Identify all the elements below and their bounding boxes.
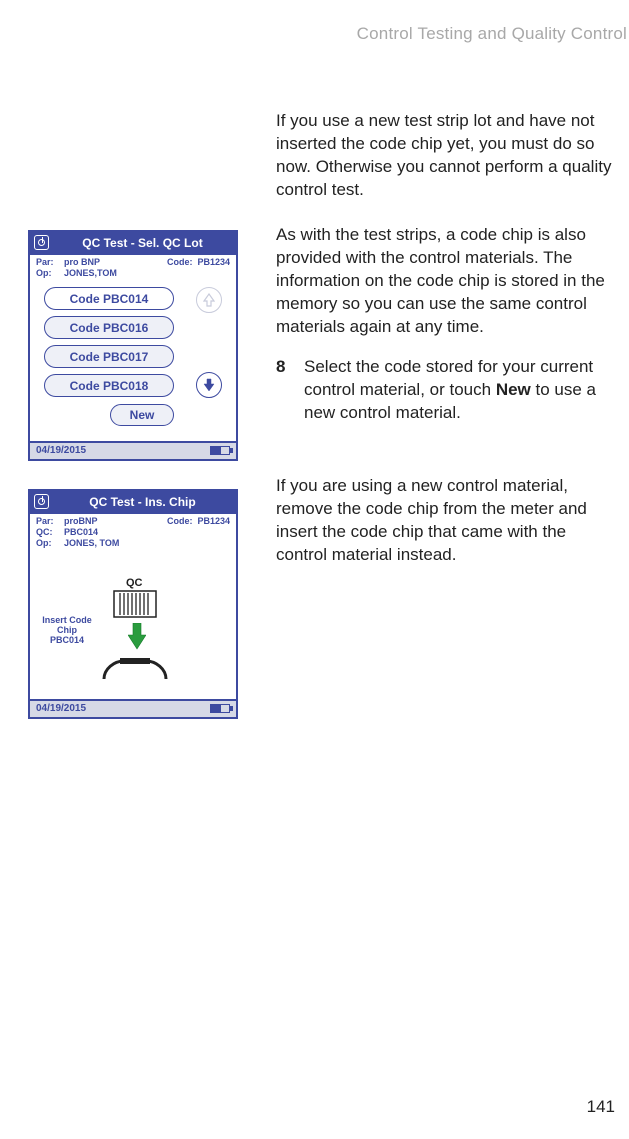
paragraph-2: As with the test strips, a code chip is …: [276, 224, 615, 339]
page-number: 141: [587, 1097, 615, 1117]
insert-line1: Insert Code: [40, 615, 94, 625]
par-label: Par:: [36, 257, 64, 268]
screen-info-bar: Par: pro BNP Code: PB1234 Op: JONES,TOM: [30, 255, 236, 283]
op-label: Op:: [36, 538, 64, 549]
qc-value: PBC014: [64, 527, 98, 538]
scroll-down-button[interactable]: [196, 372, 222, 398]
screen-footer: 04/19/2015: [30, 699, 236, 717]
left-column: QC Test - Sel. QC Lot Par: pro BNP Code:…: [28, 110, 252, 747]
code-option-pbc017[interactable]: Code PBC017: [44, 345, 174, 368]
power-icon[interactable]: [34, 235, 49, 250]
step-text-bold: New: [496, 380, 531, 399]
device-screen-select-qc-lot: QC Test - Sel. QC Lot Par: pro BNP Code:…: [28, 230, 238, 461]
screen-info-bar: Par: proBNP Code: PB1234 QC: PBC014 Op: …: [30, 514, 236, 553]
arrow-down-icon: [203, 378, 215, 392]
arrow-down-green-icon: [128, 623, 146, 651]
par-value: pro BNP: [64, 257, 100, 268]
paragraph-1: If you use a new test strip lot and have…: [276, 110, 615, 202]
code-value: PB1234: [197, 257, 230, 267]
code-label: Code:: [167, 257, 193, 267]
step-text: Select the code stored for your current …: [304, 356, 615, 425]
insert-line2: Chip: [40, 625, 94, 635]
power-icon[interactable]: [34, 494, 49, 509]
screen-titlebar: QC Test - Ins. Chip: [30, 491, 236, 514]
new-button[interactable]: New: [110, 404, 174, 426]
scroll-up-button[interactable]: [196, 287, 222, 313]
screen-footer: 04/19/2015: [30, 441, 236, 459]
screen-body: Insert Code Chip PBC014 QC: [30, 553, 236, 699]
screen-title: QC Test - Sel. QC Lot: [53, 236, 232, 250]
paragraph-3: If you are using a new control material,…: [276, 475, 615, 567]
meter-slot-icon: [100, 655, 170, 683]
insert-line3: PBC014: [40, 635, 94, 645]
code-value: PB1234: [197, 516, 230, 526]
battery-icon: [210, 446, 230, 455]
screen-date: 04/19/2015: [36, 445, 86, 456]
screen-titlebar: QC Test - Sel. QC Lot: [30, 232, 236, 255]
op-value: JONES, TOM: [64, 538, 119, 549]
par-label: Par:: [36, 516, 64, 527]
battery-icon: [210, 704, 230, 713]
code-option-pbc018[interactable]: Code PBC018: [44, 374, 174, 397]
qc-label: QC:: [36, 527, 64, 538]
screen-date: 04/19/2015: [36, 703, 86, 714]
running-header: Control Testing and Quality Control: [357, 24, 627, 44]
par-value: proBNP: [64, 516, 98, 527]
right-column: If you use a new test strip lot and have…: [276, 110, 615, 747]
arrow-up-icon: [203, 293, 215, 307]
qc-chip-label: QC: [126, 577, 143, 589]
content-area: QC Test - Sel. QC Lot Par: pro BNP Code:…: [28, 110, 615, 747]
code-option-pbc014[interactable]: Code PBC014: [44, 287, 174, 310]
code-group: Code: PB1234: [167, 257, 230, 268]
code-option-pbc016[interactable]: Code PBC016: [44, 316, 174, 339]
step-number: 8: [276, 356, 294, 425]
step-8: 8 Select the code stored for your curren…: [276, 356, 615, 425]
device-screen-insert-chip: QC Test - Ins. Chip Par: proBNP Code: PB…: [28, 489, 238, 719]
op-value: JONES,TOM: [64, 268, 117, 279]
screen-title: QC Test - Ins. Chip: [53, 495, 232, 509]
code-label: Code:: [167, 516, 193, 526]
op-label: Op:: [36, 268, 64, 279]
screen-body: Code PBC014 Code PBC016 Code PBC017 Code…: [30, 283, 236, 441]
code-group: Code: PB1234: [167, 516, 230, 527]
insert-code-chip-label: Insert Code Chip PBC014: [40, 615, 94, 645]
